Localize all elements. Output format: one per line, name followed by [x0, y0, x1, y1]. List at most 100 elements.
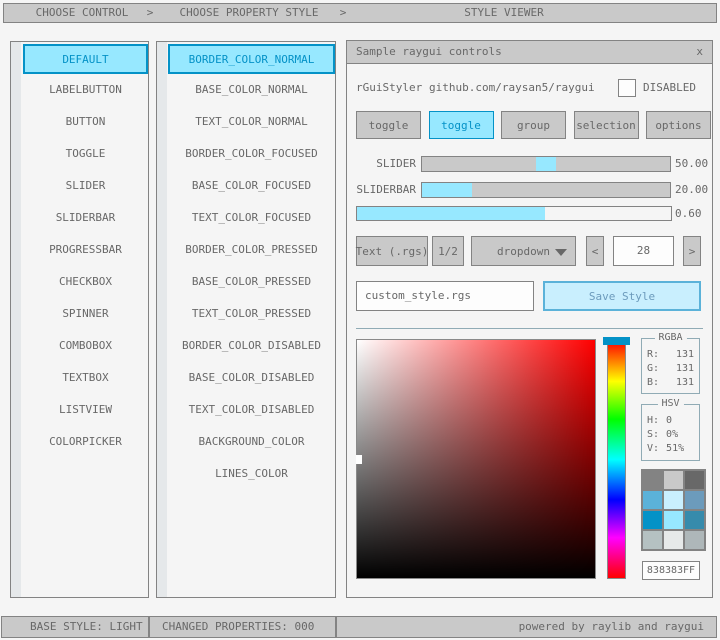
controls-list-scrollbar[interactable] [11, 42, 21, 597]
spinner-decrement-button[interactable]: < [586, 236, 604, 266]
control-item-combobox[interactable]: COMBOBOX [23, 332, 148, 362]
text-rgs-button[interactable]: Text (.rgs) [356, 236, 428, 266]
disabled-checkbox[interactable] [618, 79, 636, 97]
toggle-option-1-toggle[interactable]: toggle [429, 111, 494, 139]
dropdown-value: dropdown [497, 245, 550, 258]
control-item-labelbutton[interactable]: LABELBUTTON [23, 76, 148, 106]
control-item-textbox[interactable]: TEXTBOX [23, 364, 148, 394]
property-item-border_color_normal[interactable]: BORDER_COLOR_NORMAL [168, 44, 335, 74]
status-credits: powered by raylib and raygui [336, 616, 717, 638]
property-item-border_color_pressed[interactable]: BORDER_COLOR_PRESSED [168, 236, 335, 266]
hsv-groupbox: HSV H:0S:0%V:51% [641, 404, 700, 461]
color-swatch[interactable] [685, 511, 704, 529]
controls-list-panel: DEFAULTLABELBUTTONBUTTONTOGGLESLIDERSLID… [10, 41, 149, 598]
control-item-button[interactable]: BUTTON [23, 108, 148, 138]
close-icon[interactable]: x [696, 41, 703, 63]
save-style-button[interactable]: Save Style [543, 281, 701, 311]
property-item-text_color_disabled[interactable]: TEXT_COLOR_DISABLED [168, 396, 335, 426]
slider-handle[interactable] [536, 157, 556, 171]
hsv-group-row-value: 0 [666, 414, 672, 428]
property-item-base_color_pressed[interactable]: BASE_COLOR_PRESSED [168, 268, 335, 298]
property-item-base_color_focused[interactable]: BASE_COLOR_FOCUSED [168, 172, 335, 202]
breadcrumb-choose-property-style: CHOOSE PROPERTY STYLE [179, 4, 318, 22]
property-item-text_color_normal[interactable]: TEXT_COLOR_NORMAL [168, 108, 335, 138]
hsv-group-row-label: V: [647, 442, 659, 456]
color-swatch[interactable] [664, 531, 683, 549]
color-picker-marker[interactable] [356, 455, 362, 464]
color-swatch[interactable] [685, 471, 704, 489]
color-swatch[interactable] [685, 531, 704, 549]
hsv-group-row-value: 51% [666, 442, 684, 456]
color-swatch[interactable] [643, 511, 662, 529]
slider-label: SLIDER [347, 156, 416, 172]
slider[interactable] [421, 156, 671, 172]
disabled-checkbox-label: DISABLED [643, 79, 696, 97]
hsv-group-row-label: H: [647, 414, 659, 428]
hue-selector[interactable] [603, 337, 630, 345]
window-title: Sample raygui controls [356, 45, 502, 58]
control-item-slider[interactable]: SLIDER [23, 172, 148, 202]
progressbar [356, 206, 672, 221]
chevron-down-icon [555, 249, 567, 256]
rgba-title: RGBA [654, 332, 686, 344]
control-item-progressbar[interactable]: PROGRESSBAR [23, 236, 148, 266]
property-item-base_color_disabled[interactable]: BASE_COLOR_DISABLED [168, 364, 335, 394]
window-titlebar[interactable]: Sample raygui controls x [347, 41, 712, 64]
status-changed-properties: CHANGED PROPERTIES: 000 [149, 616, 336, 638]
hsv-group-row-label: S: [647, 428, 659, 442]
toggle-option-2-group[interactable]: group [501, 111, 566, 139]
property-item-border_color_disabled[interactable]: BORDER_COLOR_DISABLED [168, 332, 335, 362]
sliderbar-label: SLIDERBAR [347, 182, 416, 198]
property-item-base_color_normal[interactable]: BASE_COLOR_NORMAL [168, 76, 335, 106]
divider [356, 328, 703, 329]
spinner-increment-button[interactable]: > [683, 236, 701, 266]
control-item-checkbox[interactable]: CHECKBOX [23, 268, 148, 298]
breadcrumb-separator: > [147, 4, 154, 22]
repo-link[interactable]: github.com/raysan5/raygui [429, 79, 595, 97]
sample-controls-window: Sample raygui controls x rGuiStyler gith… [346, 40, 713, 598]
color-saturation-square[interactable] [356, 339, 596, 579]
styler-label: rGuiStyler [356, 79, 422, 97]
color-swatch[interactable] [664, 471, 683, 489]
rgba-group-row-value: 131 [676, 362, 694, 376]
property-item-text_color_pressed[interactable]: TEXT_COLOR_PRESSED [168, 300, 335, 330]
rgba-groupbox: RGBA R:131G:131B:131 [641, 338, 700, 394]
style-color-swatches [641, 469, 706, 551]
style-name-input[interactable]: custom_style.rgs [356, 281, 534, 311]
status-base-style: BASE STYLE: LIGHT [1, 616, 149, 638]
control-item-toggle[interactable]: TOGGLE [23, 140, 148, 170]
control-item-spinner[interactable]: SPINNER [23, 300, 148, 330]
toggle-option-3-selection[interactable]: selection [574, 111, 639, 139]
color-swatch[interactable] [685, 491, 704, 509]
hsv-title: HSV [657, 398, 683, 410]
color-swatch[interactable] [664, 511, 683, 529]
breadcrumb-choose-control: CHOOSE CONTROL [36, 4, 129, 22]
control-item-listview[interactable]: LISTVIEW [23, 396, 148, 426]
color-swatch[interactable] [643, 491, 662, 509]
property-item-background_color[interactable]: BACKGROUND_COLOR [168, 428, 335, 458]
breadcrumb-separator: > [340, 4, 347, 22]
progressbar-value: 0.60 [675, 206, 702, 221]
properties-list-scrollbar[interactable] [157, 42, 167, 597]
sliderbar-fill [422, 183, 472, 197]
property-item-text_color_focused[interactable]: TEXT_COLOR_FOCUSED [168, 204, 335, 234]
dropdown[interactable]: dropdown [471, 236, 576, 266]
control-item-colorpicker[interactable]: COLORPICKER [23, 428, 148, 458]
spinner-value[interactable]: 28 [613, 236, 674, 266]
rgba-group-row-label: R: [647, 348, 659, 362]
sliderbar[interactable] [421, 182, 671, 198]
color-swatch[interactable] [643, 471, 662, 489]
hue-bar[interactable] [607, 340, 626, 579]
property-item-border_color_focused[interactable]: BORDER_COLOR_FOCUSED [168, 140, 335, 170]
half-button[interactable]: 1/2 [432, 236, 464, 266]
breadcrumb-style-viewer: STYLE VIEWER [464, 4, 543, 22]
property-item-lines_color[interactable]: LINES_COLOR [168, 460, 335, 490]
control-item-default[interactable]: DEFAULT [23, 44, 148, 74]
color-swatch[interactable] [643, 531, 662, 549]
hex-color-value[interactable]: 838383FF [642, 561, 700, 580]
properties-list-panel: BORDER_COLOR_NORMALBASE_COLOR_NORMALTEXT… [156, 41, 336, 598]
toggle-option-0-toggle[interactable]: toggle [356, 111, 421, 139]
control-item-sliderbar[interactable]: SLIDERBAR [23, 204, 148, 234]
toggle-option-4-options[interactable]: options [646, 111, 711, 139]
color-swatch[interactable] [664, 491, 683, 509]
